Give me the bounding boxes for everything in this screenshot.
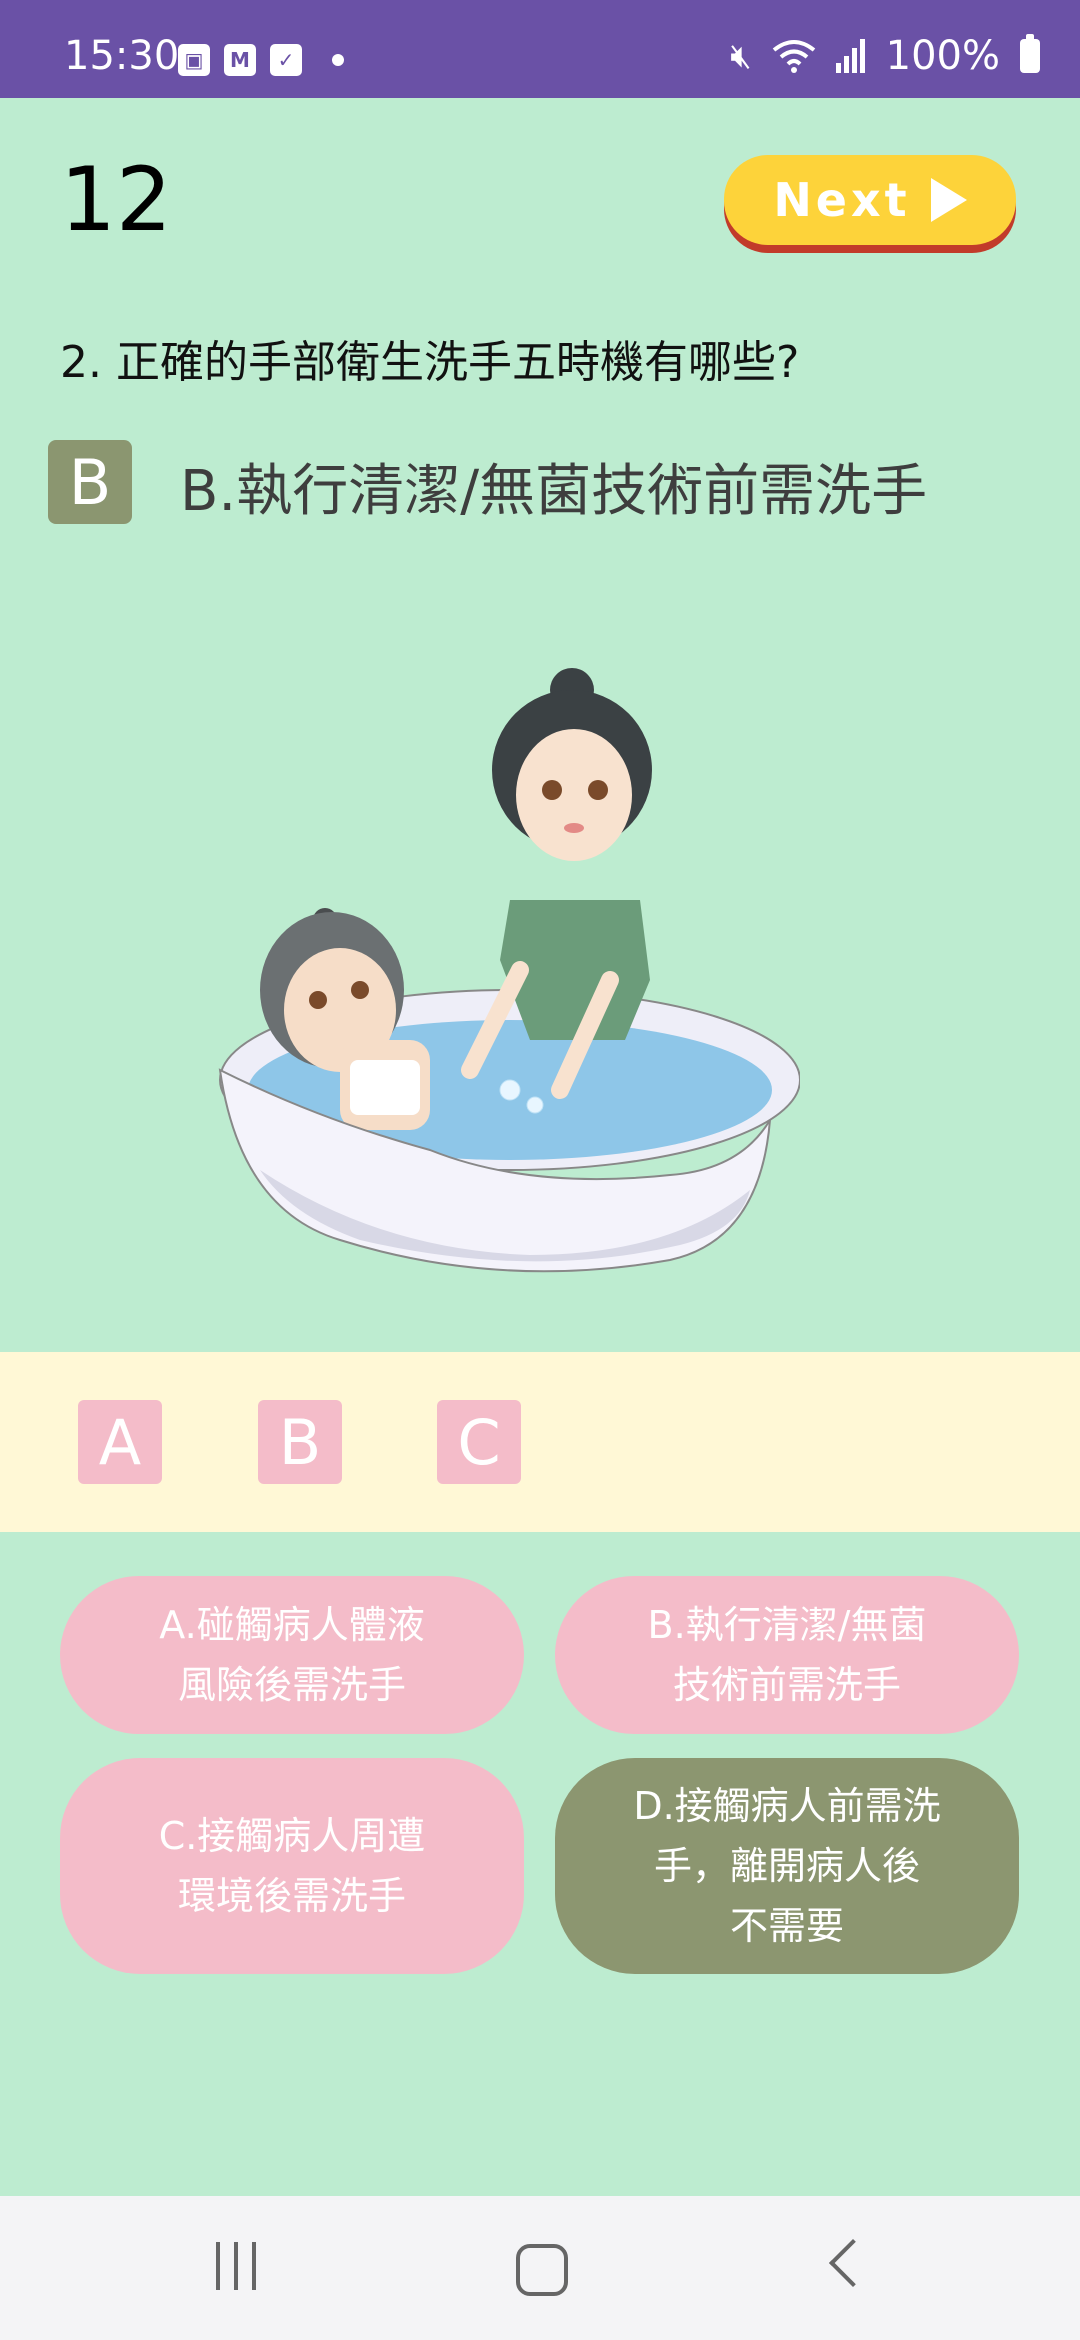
wifi-icon	[772, 40, 815, 73]
status-time: 15:30	[64, 33, 180, 79]
option-b-line2: 技術前需洗手	[672, 1663, 901, 1707]
notification-icons: ▣ M ✓	[178, 44, 344, 76]
next-button[interactable]: Next	[724, 155, 1016, 245]
next-button-label: Next	[773, 173, 911, 227]
checkbox-icon: ✓	[270, 44, 302, 76]
answer-tile-b[interactable]: B	[258, 1400, 342, 1484]
play-icon	[930, 178, 967, 222]
option-b-line1: B.執行清潔/無菌	[647, 1603, 927, 1647]
answer-tile-a[interactable]: A	[78, 1400, 162, 1484]
option-c-line1: C.接觸病人周遭	[158, 1814, 426, 1858]
option-c-button[interactable]: C.接觸病人周遭 環境後需洗手	[60, 1758, 524, 1974]
selected-answer-text: B.執行清潔/無菌技術前需洗手	[180, 459, 928, 524]
option-d-line1: D.接觸病人前需洗	[633, 1784, 941, 1828]
home-icon[interactable]	[516, 2244, 568, 2296]
option-a-label: A.碰觸病人體液 風險後需洗手	[132, 1595, 452, 1715]
signal-icon	[835, 39, 865, 73]
bathing-patient-illustration	[218, 668, 800, 1273]
option-a-line2: 風險後需洗手	[177, 1663, 406, 1707]
image-icon: ▣	[178, 44, 210, 76]
answer-sequence-strip: A B C	[0, 1352, 1080, 1532]
mute-icon: 🔇︎	[730, 36, 752, 76]
system-nav-bar	[0, 2196, 1080, 2340]
battery-label: 100%	[885, 33, 1000, 79]
quiz-screen: 15:30 ▣ M ✓ 🔇︎ 100% 12 Next 2. 正確的手部衛生洗手…	[0, 0, 1080, 2340]
selected-answer-badge: B	[48, 440, 132, 524]
option-d-button[interactable]: D.接觸病人前需洗 手，離開病人後 不需要	[555, 1758, 1019, 1974]
system-icons: 🔇︎ 100%	[730, 33, 1040, 79]
option-c-label: C.接觸病人周遭 環境後需洗手	[132, 1806, 452, 1926]
battery-icon	[1020, 34, 1040, 73]
option-a-line1: A.碰觸病人體液	[159, 1603, 425, 1647]
recent-apps-icon[interactable]	[216, 2242, 256, 2290]
score-counter: 12	[60, 148, 172, 251]
status-bar: 15:30 ▣ M ✓ 🔇︎ 100%	[0, 0, 1080, 98]
option-b-label: B.執行清潔/無菌 技術前需洗手	[627, 1595, 947, 1715]
question-text: 2. 正確的手部衛生洗手五時機有哪些?	[60, 337, 800, 388]
option-d-line2: 手，離開病人後	[653, 1844, 920, 1888]
option-d-label: D.接觸病人前需洗 手，離開病人後 不需要	[627, 1776, 947, 1956]
option-b-button[interactable]: B.執行清潔/無菌 技術前需洗手	[555, 1576, 1019, 1734]
answer-tile-c[interactable]: C	[437, 1400, 521, 1484]
option-c-line2: 環境後需洗手	[177, 1874, 406, 1918]
option-d-line3: 不需要	[729, 1904, 844, 1948]
dot-icon	[332, 54, 344, 66]
gmail-icon: M	[224, 44, 256, 76]
back-icon[interactable]	[828, 2238, 878, 2288]
option-a-button[interactable]: A.碰觸病人體液 風險後需洗手	[60, 1576, 524, 1734]
